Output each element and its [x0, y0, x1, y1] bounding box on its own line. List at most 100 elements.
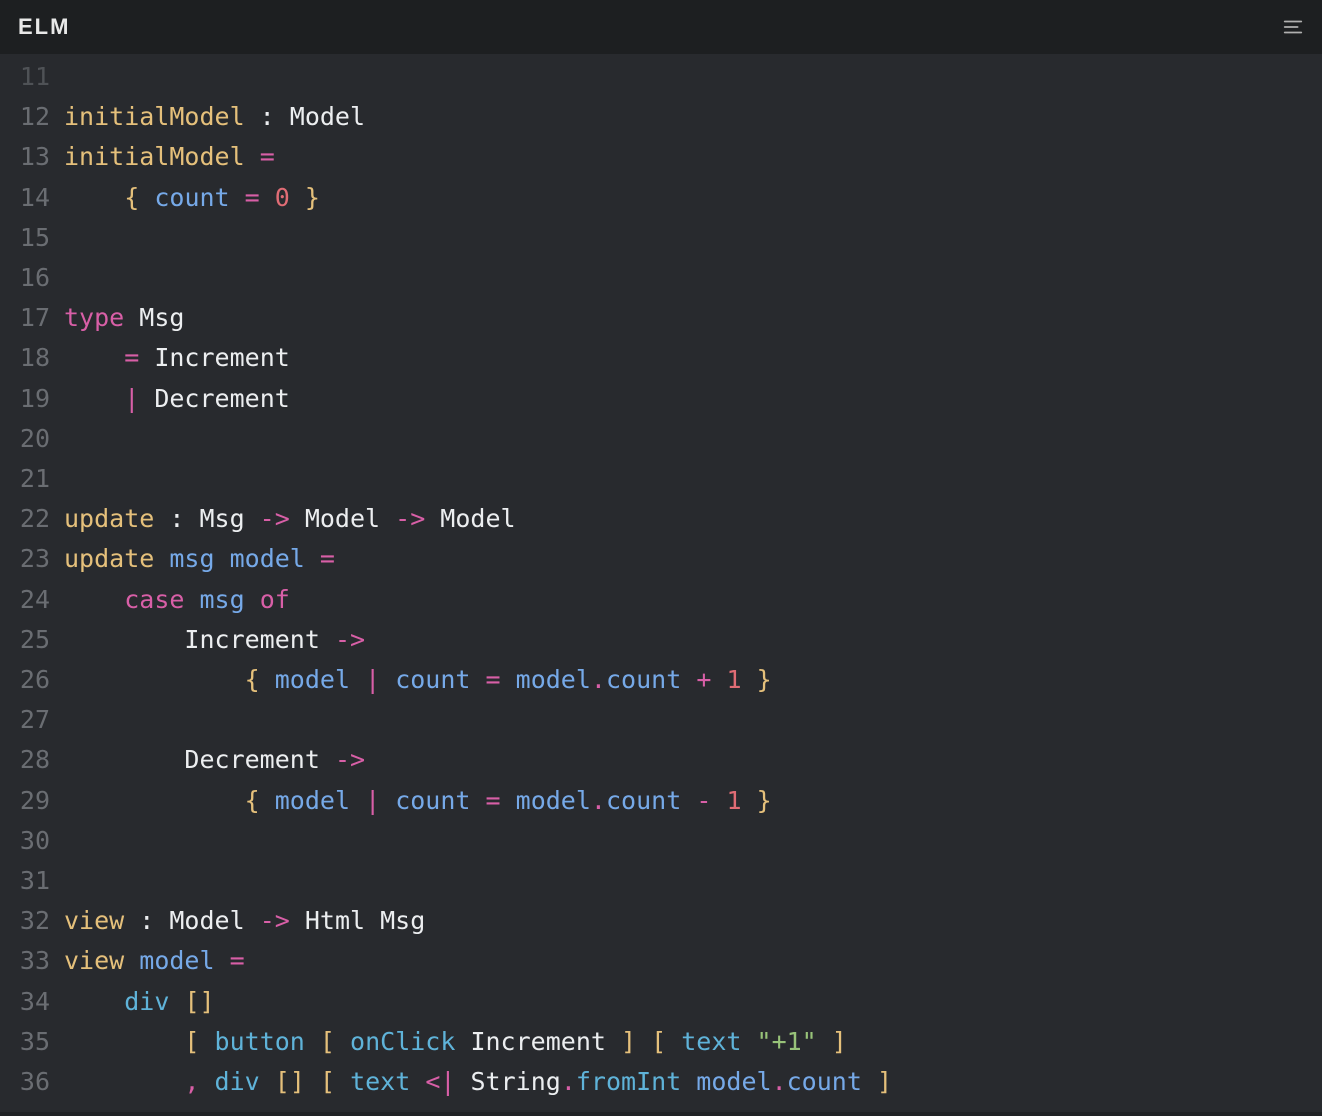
- code-line[interactable]: 24 case msg of: [0, 580, 1322, 620]
- code-line[interactable]: 34 div []: [0, 982, 1322, 1022]
- code-token: [681, 665, 696, 694]
- code-token: ]: [621, 1027, 636, 1056]
- code-token: [64, 384, 124, 413]
- code-token: [741, 1027, 756, 1056]
- code-token: 0: [275, 183, 290, 212]
- code-token: update: [64, 504, 154, 533]
- code-content[interactable]: [54, 218, 64, 258]
- code-token: count: [606, 665, 681, 694]
- code-line[interactable]: 16: [0, 258, 1322, 298]
- code-token: [199, 1027, 214, 1056]
- code-content[interactable]: Increment ->: [54, 620, 365, 660]
- code-token: }: [757, 665, 772, 694]
- code-line[interactable]: 12initialModel : Model: [0, 97, 1322, 137]
- editor-header: ELM: [0, 0, 1322, 54]
- code-content[interactable]: initialModel =: [54, 137, 275, 177]
- code-token: [862, 1067, 877, 1096]
- code-content[interactable]: [54, 57, 64, 97]
- code-content[interactable]: [54, 419, 64, 459]
- code-token: [215, 946, 230, 975]
- code-content[interactable]: type Msg: [54, 298, 184, 338]
- code-token: Msg: [124, 303, 184, 332]
- code-token: model: [275, 786, 350, 815]
- code-token: of: [260, 585, 290, 614]
- code-content[interactable]: [54, 459, 64, 499]
- code-line[interactable]: 32view : Model -> Html Msg: [0, 901, 1322, 941]
- line-number: 13: [0, 137, 54, 177]
- code-line[interactable]: 14 { count = 0 }: [0, 178, 1322, 218]
- code-line[interactable]: 33view model =: [0, 941, 1322, 981]
- code-content[interactable]: [54, 861, 64, 901]
- code-token: type: [64, 303, 124, 332]
- code-token: [230, 183, 245, 212]
- code-token: [64, 1067, 184, 1096]
- code-token: "+1": [757, 1027, 817, 1056]
- code-content[interactable]: , div [] [ text <| String.fromInt model.…: [54, 1062, 892, 1102]
- code-content[interactable]: | Decrement: [54, 379, 290, 419]
- code-content[interactable]: update : Msg -> Model -> Model: [54, 499, 516, 539]
- code-content[interactable]: Decrement ->: [54, 740, 365, 780]
- code-line[interactable]: 17type Msg: [0, 298, 1322, 338]
- code-content[interactable]: [54, 821, 64, 861]
- code-token: ->: [395, 504, 425, 533]
- code-token: [260, 1067, 275, 1096]
- code-line[interactable]: 11: [0, 57, 1322, 97]
- code-token: 1: [726, 665, 741, 694]
- code-line[interactable]: 15: [0, 218, 1322, 258]
- code-token: count: [787, 1067, 862, 1096]
- code-line[interactable]: 26 { model | count = model.count + 1 }: [0, 660, 1322, 700]
- code-token: count: [154, 183, 229, 212]
- code-content[interactable]: { model | count = model.count - 1 }: [54, 781, 772, 821]
- line-number: 29: [0, 781, 54, 821]
- code-line[interactable]: 35 [ button [ onClick Increment ] [ text…: [0, 1022, 1322, 1062]
- code-token: []: [275, 1067, 305, 1096]
- line-number: 27: [0, 700, 54, 740]
- code-token: initialModel: [64, 102, 245, 131]
- code-token: fromInt: [576, 1067, 681, 1096]
- code-content[interactable]: { count = 0 }: [54, 178, 320, 218]
- code-content[interactable]: initialModel : Model: [54, 97, 365, 137]
- code-token: {: [124, 183, 139, 212]
- code-token: [335, 1067, 350, 1096]
- word-wrap-icon[interactable]: [1282, 16, 1304, 38]
- code-line[interactable]: 28 Decrement ->: [0, 740, 1322, 780]
- code-line[interactable]: 21: [0, 459, 1322, 499]
- code-token: [380, 665, 395, 694]
- code-line[interactable]: 25 Increment ->: [0, 620, 1322, 660]
- code-token: ]: [832, 1027, 847, 1056]
- code-token: [139, 183, 154, 212]
- code-content[interactable]: view : Model -> Html Msg: [54, 901, 425, 941]
- code-token: +: [696, 665, 711, 694]
- code-token: [290, 183, 305, 212]
- code-line[interactable]: 29 { model | count = model.count - 1 }: [0, 781, 1322, 821]
- code-token: count: [395, 665, 470, 694]
- code-token: [184, 585, 199, 614]
- code-line[interactable]: 30: [0, 821, 1322, 861]
- code-line[interactable]: 20: [0, 419, 1322, 459]
- code-line[interactable]: 13initialModel =: [0, 137, 1322, 177]
- code-content[interactable]: [54, 700, 64, 740]
- code-line[interactable]: 19 | Decrement: [0, 379, 1322, 419]
- code-line[interactable]: 22update : Msg -> Model -> Model: [0, 499, 1322, 539]
- code-content[interactable]: case msg of: [54, 580, 290, 620]
- code-line[interactable]: 27: [0, 700, 1322, 740]
- code-content[interactable]: { model | count = model.count + 1 }: [54, 660, 772, 700]
- line-number: 19: [0, 379, 54, 419]
- code-editor[interactable]: 1112initialModel : Model13initialModel =…: [0, 54, 1322, 1112]
- code-line[interactable]: 31: [0, 861, 1322, 901]
- code-token: [742, 786, 757, 815]
- code-token: [305, 1067, 320, 1096]
- code-token: [: [320, 1027, 335, 1056]
- code-line[interactable]: 36 , div [] [ text <| String.fromInt mod…: [0, 1062, 1322, 1102]
- code-content[interactable]: [54, 258, 64, 298]
- code-token: model: [139, 946, 214, 975]
- code-content[interactable]: update msg model =: [54, 539, 335, 579]
- code-line[interactable]: 23update msg model =: [0, 539, 1322, 579]
- code-token: Increment: [139, 343, 290, 372]
- code-content[interactable]: [ button [ onClick Increment ] [ text "+…: [54, 1022, 847, 1062]
- code-token: [681, 1067, 696, 1096]
- code-content[interactable]: div []: [54, 982, 215, 1022]
- code-content[interactable]: = Increment: [54, 338, 290, 378]
- code-line[interactable]: 18 = Increment: [0, 338, 1322, 378]
- code-content[interactable]: view model =: [54, 941, 245, 981]
